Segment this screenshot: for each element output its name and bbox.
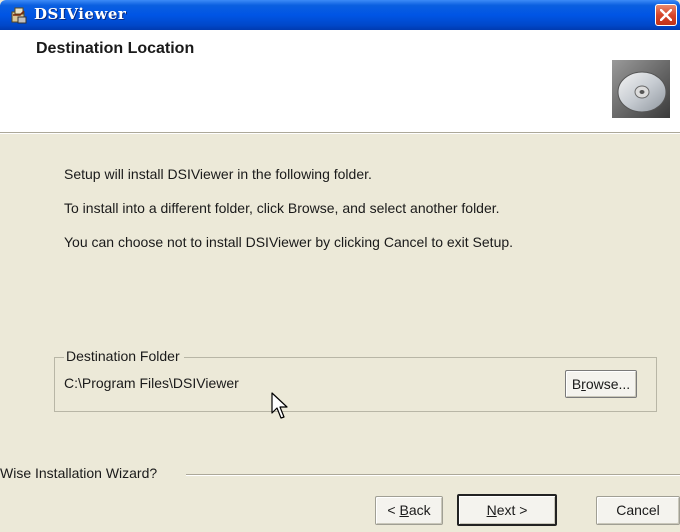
info-line-1: Setup will install DSIViewer in the foll…	[64, 166, 372, 182]
info-line-2: To install into a different folder, clic…	[64, 200, 500, 216]
title-bar[interactable]: DSIViewer	[0, 0, 680, 30]
wizard-brand-label: Wise Installation Wizard?	[0, 465, 164, 481]
cancel-button[interactable]: Cancel	[596, 496, 680, 525]
page-title: Destination Location	[36, 40, 195, 57]
back-button[interactable]: < Back	[375, 496, 443, 525]
browse-button[interactable]: Browse...	[565, 370, 637, 398]
browse-button-label: Browse...	[571, 376, 631, 392]
close-icon	[660, 9, 672, 21]
footer-divider	[186, 474, 680, 476]
next-button-label: Next >	[486, 502, 528, 518]
destination-folder-legend: Destination Folder	[64, 348, 184, 364]
installer-window: DSIViewer Destination Location Setup wil…	[0, 0, 680, 532]
back-button-label: < Back	[387, 502, 431, 518]
header-band: Destination Location	[0, 30, 680, 132]
close-button[interactable]	[655, 4, 677, 26]
cancel-button-label: Cancel	[616, 502, 660, 518]
info-line-3: You can choose not to install DSIViewer …	[64, 234, 514, 250]
next-button[interactable]: Next >	[457, 494, 557, 526]
cd-disc-icon	[612, 60, 670, 118]
window-title: DSIViewer	[34, 5, 127, 23]
destination-path-text: C:\Program Files\DSIViewer	[64, 375, 239, 391]
mouse-pointer-icon	[271, 392, 288, 419]
installer-app-icon	[11, 7, 27, 24]
header-divider	[0, 132, 680, 134]
